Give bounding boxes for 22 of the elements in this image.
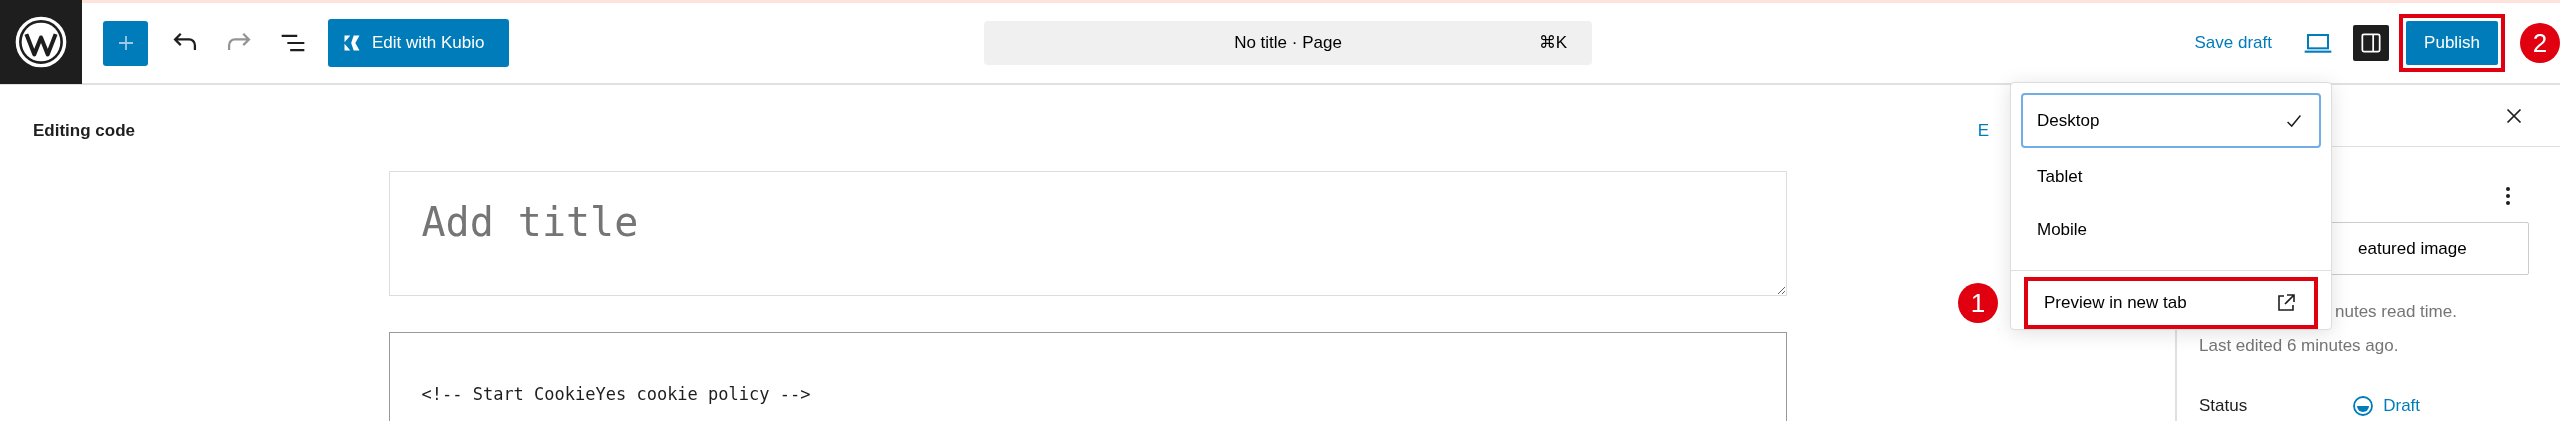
title-field[interactable]: Add title xyxy=(388,171,1787,296)
publish-button[interactable]: Publish xyxy=(2406,21,2498,65)
draft-status-icon xyxy=(2351,393,2376,418)
save-draft-button[interactable]: Save draft xyxy=(2194,30,2272,56)
logo-icon[interactable] xyxy=(14,14,68,69)
sidebar-toggle-button[interactable] xyxy=(2353,25,2389,61)
code-editor-field[interactable]: <!-- Start CookieYes cookie policy --> xyxy=(388,332,1787,421)
status-label: Status xyxy=(2199,395,2248,417)
editor-heading: Editing code xyxy=(33,120,135,142)
status-button[interactable]: Draft xyxy=(2351,393,2421,419)
kubio-button[interactable]: Edit with Kubio xyxy=(328,19,509,67)
last-edited-text: Last edited 6 minutes ago. xyxy=(2198,334,2400,357)
menu-item[interactable]: Desktop xyxy=(2021,93,2321,148)
step-badge: 2 xyxy=(2520,23,2560,63)
sidebar-icon xyxy=(2358,30,2384,56)
step-badge: 1 xyxy=(1958,283,1998,323)
shortcut-label: ⌘K xyxy=(1538,32,1567,55)
kubio-icon xyxy=(342,33,362,53)
exit-code-editor-link[interactable]: E xyxy=(1977,118,1989,171)
command-bar[interactable]: No title · Page ⌘K xyxy=(984,21,1592,65)
add-block-button[interactable] xyxy=(103,20,148,66)
read-time-text: nutes read time. xyxy=(2335,301,2457,323)
